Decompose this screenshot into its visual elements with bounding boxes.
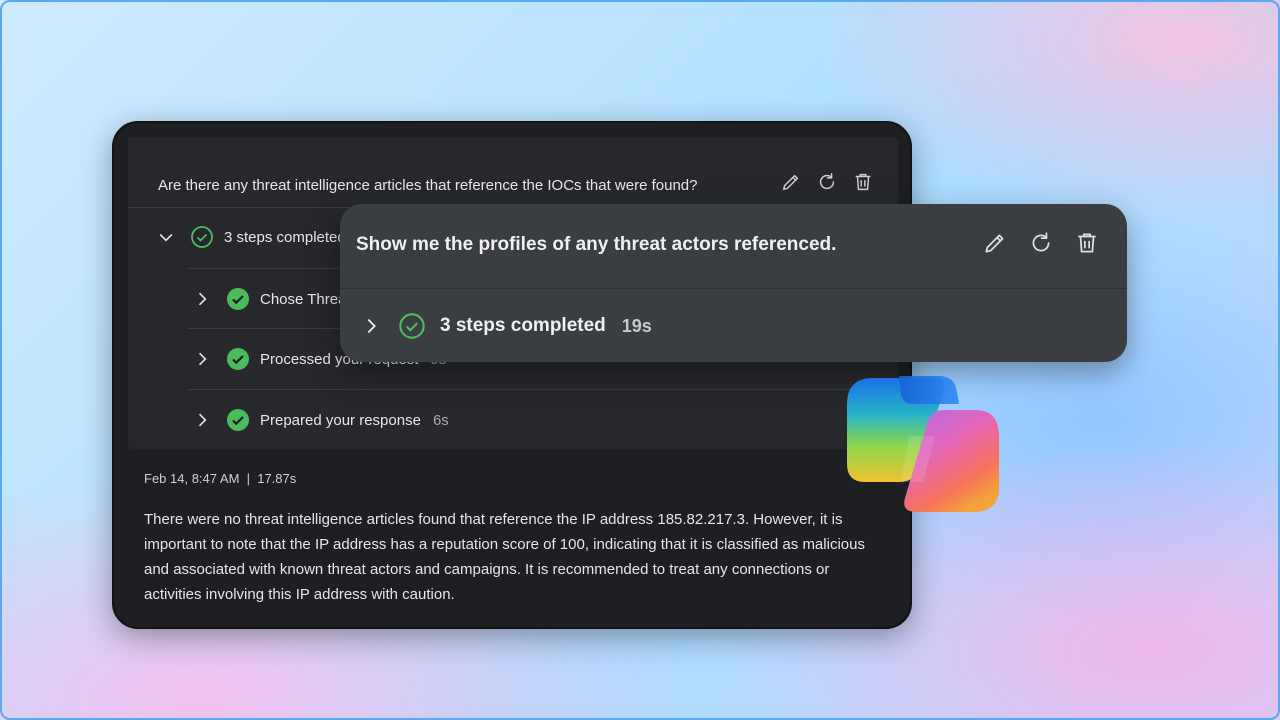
- card-steps-summary-row[interactable]: 3 steps completed 19s: [360, 312, 652, 340]
- refresh-icon[interactable]: [816, 171, 838, 193]
- trash-icon[interactable]: [852, 171, 874, 193]
- step-label: Prepared your response: [260, 411, 421, 429]
- prompt-actions: [780, 171, 874, 193]
- response-meta: Feb 14, 8:47 AM | 17.87s: [144, 471, 297, 486]
- card-steps-label: 3 steps completed: [440, 315, 606, 336]
- card-steps-time: 19s: [621, 315, 652, 336]
- pencil-icon[interactable]: [982, 230, 1008, 256]
- chevron-right-icon: [192, 349, 212, 369]
- trash-icon[interactable]: [1074, 230, 1100, 256]
- followup-prompt-card: Show me the profiles of any threat actor…: [340, 204, 1127, 362]
- pencil-icon[interactable]: [780, 171, 802, 193]
- check-circle-icon: [226, 347, 250, 371]
- conversation-panel: Are there any threat intelligence articl…: [112, 121, 912, 629]
- step-row[interactable]: Prepared your response 6s: [192, 408, 449, 432]
- check-circle-outline-icon: [190, 225, 214, 249]
- chevron-down-icon: [156, 227, 176, 247]
- copilot-logo-icon: [843, 370, 1003, 518]
- divider: [188, 389, 898, 390]
- response-text: There were no threat intelligence articl…: [144, 511, 865, 603]
- chevron-right-icon: [360, 315, 382, 337]
- chevron-right-icon: [192, 410, 212, 430]
- check-circle-icon: [226, 287, 250, 311]
- check-circle-outline-icon: [398, 312, 426, 340]
- steps-summary-label: 3 steps completed: [224, 228, 346, 246]
- card-actions: [982, 230, 1100, 256]
- step-row[interactable]: Chose Threat: [192, 287, 363, 311]
- chevron-right-icon: [192, 289, 212, 309]
- check-circle-icon: [226, 408, 250, 432]
- refresh-icon[interactable]: [1028, 230, 1054, 256]
- step-label: Chose Threat: [260, 290, 351, 308]
- prompt-text: Are there any threat intelligence articl…: [158, 177, 698, 194]
- step-time: 6s: [432, 411, 449, 429]
- divider: [340, 288, 1127, 289]
- steps-summary-row[interactable]: 3 steps completed: [156, 225, 346, 249]
- followup-prompt-text: Show me the profiles of any threat actor…: [356, 234, 837, 255]
